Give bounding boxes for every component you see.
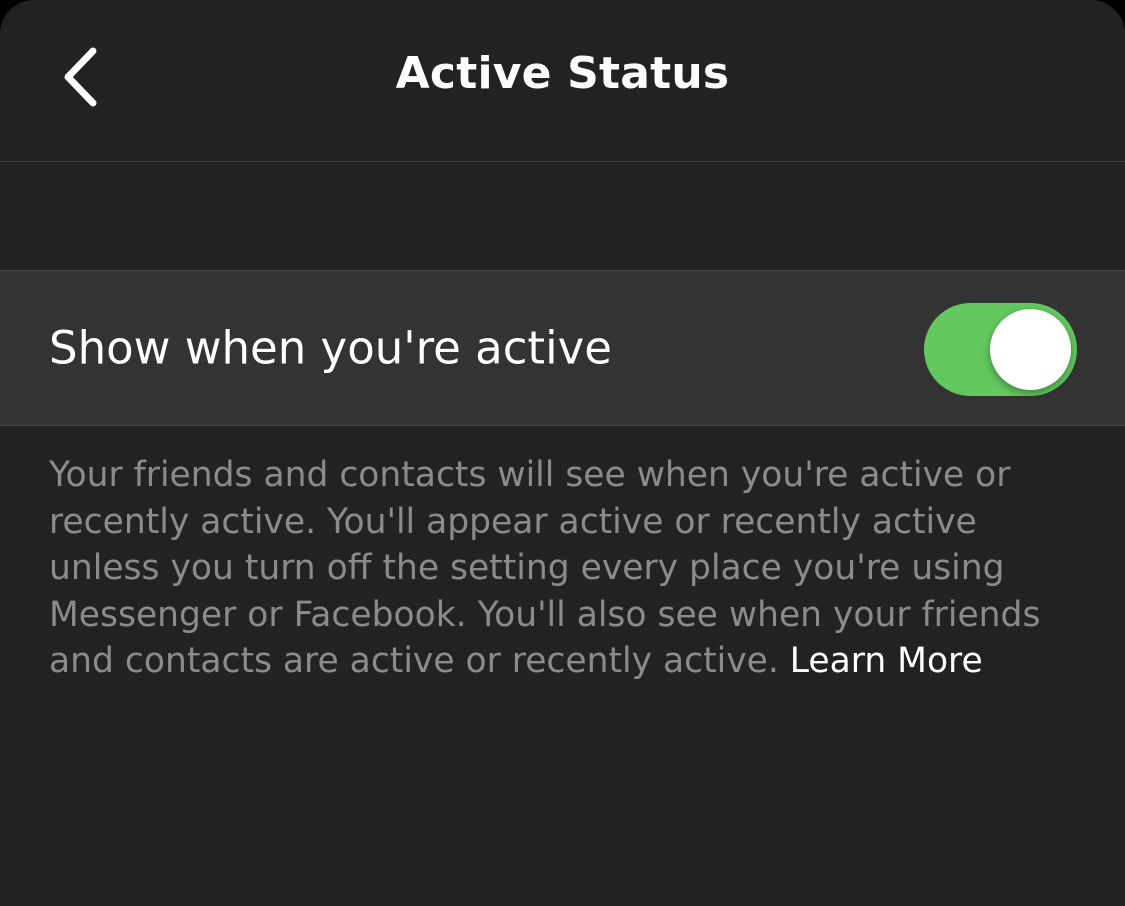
setting-description: Your friends and contacts will see when … <box>49 452 1089 685</box>
page-title: Active Status <box>395 48 730 99</box>
active-status-setting-row[interactable]: Show when you're active <box>0 270 1125 426</box>
active-status-toggle[interactable] <box>924 303 1077 396</box>
toggle-knob <box>990 309 1071 390</box>
active-status-screen: Active Status Show when you're active Yo… <box>0 0 1125 906</box>
navigation-bar: Active Status <box>0 0 1125 162</box>
learn-more-link[interactable]: Learn More <box>790 641 983 681</box>
setting-label: Show when you're active <box>49 321 612 375</box>
